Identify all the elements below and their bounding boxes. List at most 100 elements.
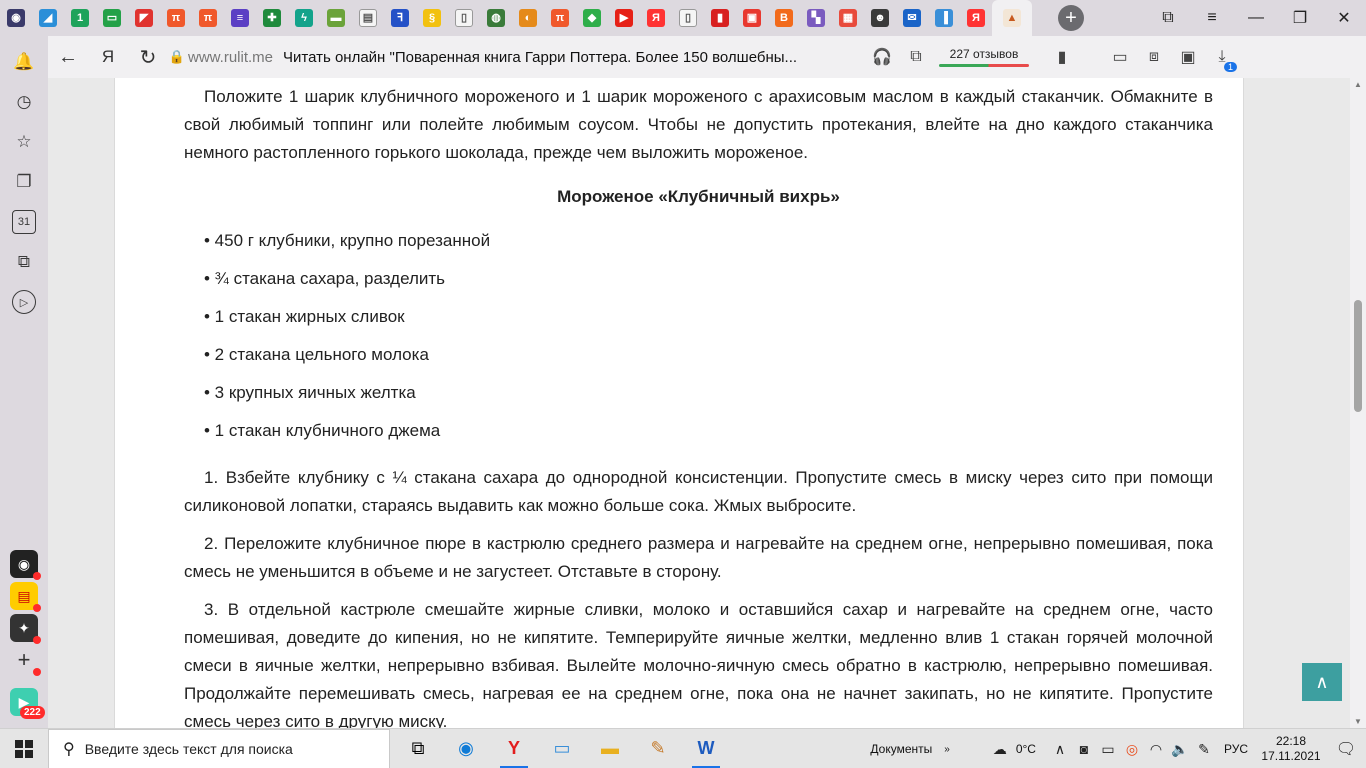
tab-15[interactable]: ▯ — [448, 0, 480, 36]
tab-7[interactable]: π — [192, 0, 224, 36]
tab-27[interactable]: ▦ — [832, 0, 864, 36]
tab-12[interactable]: ▤ — [352, 0, 384, 36]
wifi-icon[interactable]: ◠ — [1144, 741, 1168, 758]
collections-icon[interactable]: ❐ — [12, 170, 36, 194]
tab-19[interactable]: ◆ — [576, 0, 608, 36]
tab-1[interactable]: ◉ — [0, 0, 32, 36]
tab-31[interactable]: Я — [960, 0, 992, 36]
tab-26[interactable]: ▚ — [800, 0, 832, 36]
page-title[interactable]: Читать онлайн "Поваренная книга Гарри По… — [283, 49, 843, 66]
yandex-button[interactable]: Я — [88, 36, 128, 78]
reader-mode-icon[interactable]: ⧉ — [899, 36, 933, 78]
tab-3[interactable]: 1 — [64, 0, 96, 36]
tab-13[interactable]: ꟻ — [384, 0, 416, 36]
documents-toolbar[interactable]: Документы — [870, 742, 932, 756]
toolbar-expand-icon[interactable]: » — [944, 744, 950, 755]
password-icon[interactable]: ▣ — [1171, 36, 1205, 78]
intro-paragraph: Положите 1 шарик клубничного мороженого … — [184, 87, 1213, 162]
file-explorer-icon[interactable]: ▬ — [586, 729, 634, 768]
tab-18[interactable]: π — [544, 0, 576, 36]
tab-9[interactable]: ✚ — [256, 0, 288, 36]
lock-icon[interactable]: 🔒 — [168, 49, 186, 65]
battery-saver-icon[interactable]: ▭ — [1103, 36, 1137, 78]
tab-favicon-26-icon: ▚ — [807, 9, 825, 27]
tab-6[interactable]: π — [160, 0, 192, 36]
new-tab-button[interactable]: + — [1058, 5, 1084, 31]
tabs-overview-icon[interactable]: ⧉ — [1146, 0, 1190, 36]
volume-icon[interactable]: 🔈 — [1168, 741, 1192, 758]
tab-favicon-2-icon: ◢ — [39, 9, 57, 27]
sidebar-app-alice[interactable]: ◉ — [10, 550, 41, 580]
scroll-thumb[interactable] — [1354, 300, 1362, 412]
camera-icon[interactable]: ◙ — [1072, 741, 1096, 757]
scroll-to-top-button[interactable]: ∧ — [1302, 663, 1342, 701]
pen-icon[interactable]: ✎ — [1192, 741, 1216, 758]
tab-4[interactable]: ▭ — [96, 0, 128, 36]
tab-30[interactable]: ▐ — [928, 0, 960, 36]
edge-icon[interactable]: ◉ — [442, 729, 490, 768]
antivirus-icon[interactable]: ◎ — [1120, 741, 1144, 758]
tab-10[interactable]: ϟ — [288, 0, 320, 36]
tab-favicon-5-icon: ◤ — [135, 9, 153, 27]
tab-22[interactable]: ▯ — [672, 0, 704, 36]
tab-favicon-29-icon: ✉ — [903, 9, 921, 27]
notifications-icon[interactable]: 🔔 — [12, 50, 36, 74]
tab-23[interactable]: ▮ — [704, 0, 736, 36]
word-icon[interactable]: W — [682, 729, 730, 768]
weather-icon[interactable]: ☁ — [988, 741, 1012, 758]
restore-button[interactable]: ❐ — [1278, 0, 1322, 36]
history-icon[interactable]: ◷ — [12, 90, 36, 114]
reload-button[interactable]: ↻ — [128, 36, 168, 78]
tab-2[interactable]: ◢ — [32, 0, 64, 36]
notification-center-icon[interactable]: 🗨 — [1326, 739, 1366, 759]
tab-8[interactable]: ≡ — [224, 0, 256, 36]
sidebar-app-add[interactable]: + — [10, 646, 41, 676]
windows-taskbar: ⚲ Введите здесь текст для поиска ⧉ ◉ Y ▭… — [0, 728, 1366, 768]
task-view-icon[interactable]: ⧉ — [394, 729, 442, 768]
tab-5[interactable]: ◤ — [128, 0, 160, 36]
url-domain[interactable]: www.rulit.me — [188, 49, 273, 66]
tab-active[interactable]: ▲ — [992, 0, 1032, 36]
tab-favicon-22-icon: ▯ — [679, 9, 697, 27]
taskbar-search[interactable]: ⚲ Введите здесь текст для поиска — [48, 728, 390, 768]
back-button[interactable]: ← — [48, 36, 88, 78]
scroll-up-arrow[interactable]: ▲ — [1354, 80, 1362, 89]
chevron-up-icon[interactable]: ∧ — [1048, 741, 1072, 758]
sidebar-app-market[interactable]: ▤ — [10, 582, 41, 612]
bookmark-icon[interactable]: ▮ — [1045, 36, 1079, 78]
tab-28[interactable]: ☻ — [864, 0, 896, 36]
sidebar-app-zen[interactable]: ✦ — [10, 614, 41, 644]
minimize-button[interactable]: — — [1234, 0, 1278, 36]
tab-29[interactable]: ✉ — [896, 0, 928, 36]
play-icon[interactable]: ▷ — [12, 290, 36, 314]
remote-desktop-icon[interactable]: ▭ — [538, 729, 586, 768]
battery-icon[interactable]: ▭ — [1096, 741, 1120, 758]
extensions-icon[interactable]: ⧈ — [1137, 36, 1171, 78]
search-icon: ⚲ — [63, 740, 75, 758]
scroll-down-arrow[interactable]: ▼ — [1354, 717, 1362, 726]
tab-21[interactable]: Я — [640, 0, 672, 36]
tab-14[interactable]: § — [416, 0, 448, 36]
paint-icon[interactable]: ✎ — [634, 729, 682, 768]
weather-temperature[interactable]: 0°C — [1016, 742, 1036, 756]
close-button[interactable]: ✕ — [1322, 0, 1366, 36]
reviews-widget[interactable]: 227 отзывов — [939, 47, 1030, 67]
tab-17[interactable]: ◐ — [512, 0, 544, 36]
tab-20[interactable]: ▶ — [608, 0, 640, 36]
bookmarks-icon[interactable]: ☆ — [12, 130, 36, 154]
tab-11[interactable]: ▬ — [320, 0, 352, 36]
headphones-icon[interactable]: 🎧 — [865, 36, 899, 78]
tab-24[interactable]: ▣ — [736, 0, 768, 36]
language-indicator[interactable]: РУС — [1224, 742, 1248, 756]
page-scrollbar[interactable]: ▲ ▼ — [1350, 78, 1366, 728]
downloads-icon[interactable]: ⤓ 1 — [1205, 36, 1239, 78]
clock[interactable]: 22:18 17.11.2021 — [1256, 734, 1326, 764]
tab-25[interactable]: B — [768, 0, 800, 36]
calendar-icon[interactable]: 31 — [12, 210, 36, 234]
yandex-browser-icon[interactable]: Y — [490, 729, 538, 768]
screenshot-icon[interactable]: ⧉ — [12, 250, 36, 274]
menu-icon[interactable]: ≡ — [1190, 0, 1234, 36]
tab-16[interactable]: ◍ — [480, 0, 512, 36]
start-button[interactable] — [0, 729, 48, 768]
steps-list: 1. Взбейте клубнику с ¼ стакана сахара д… — [184, 464, 1213, 728]
